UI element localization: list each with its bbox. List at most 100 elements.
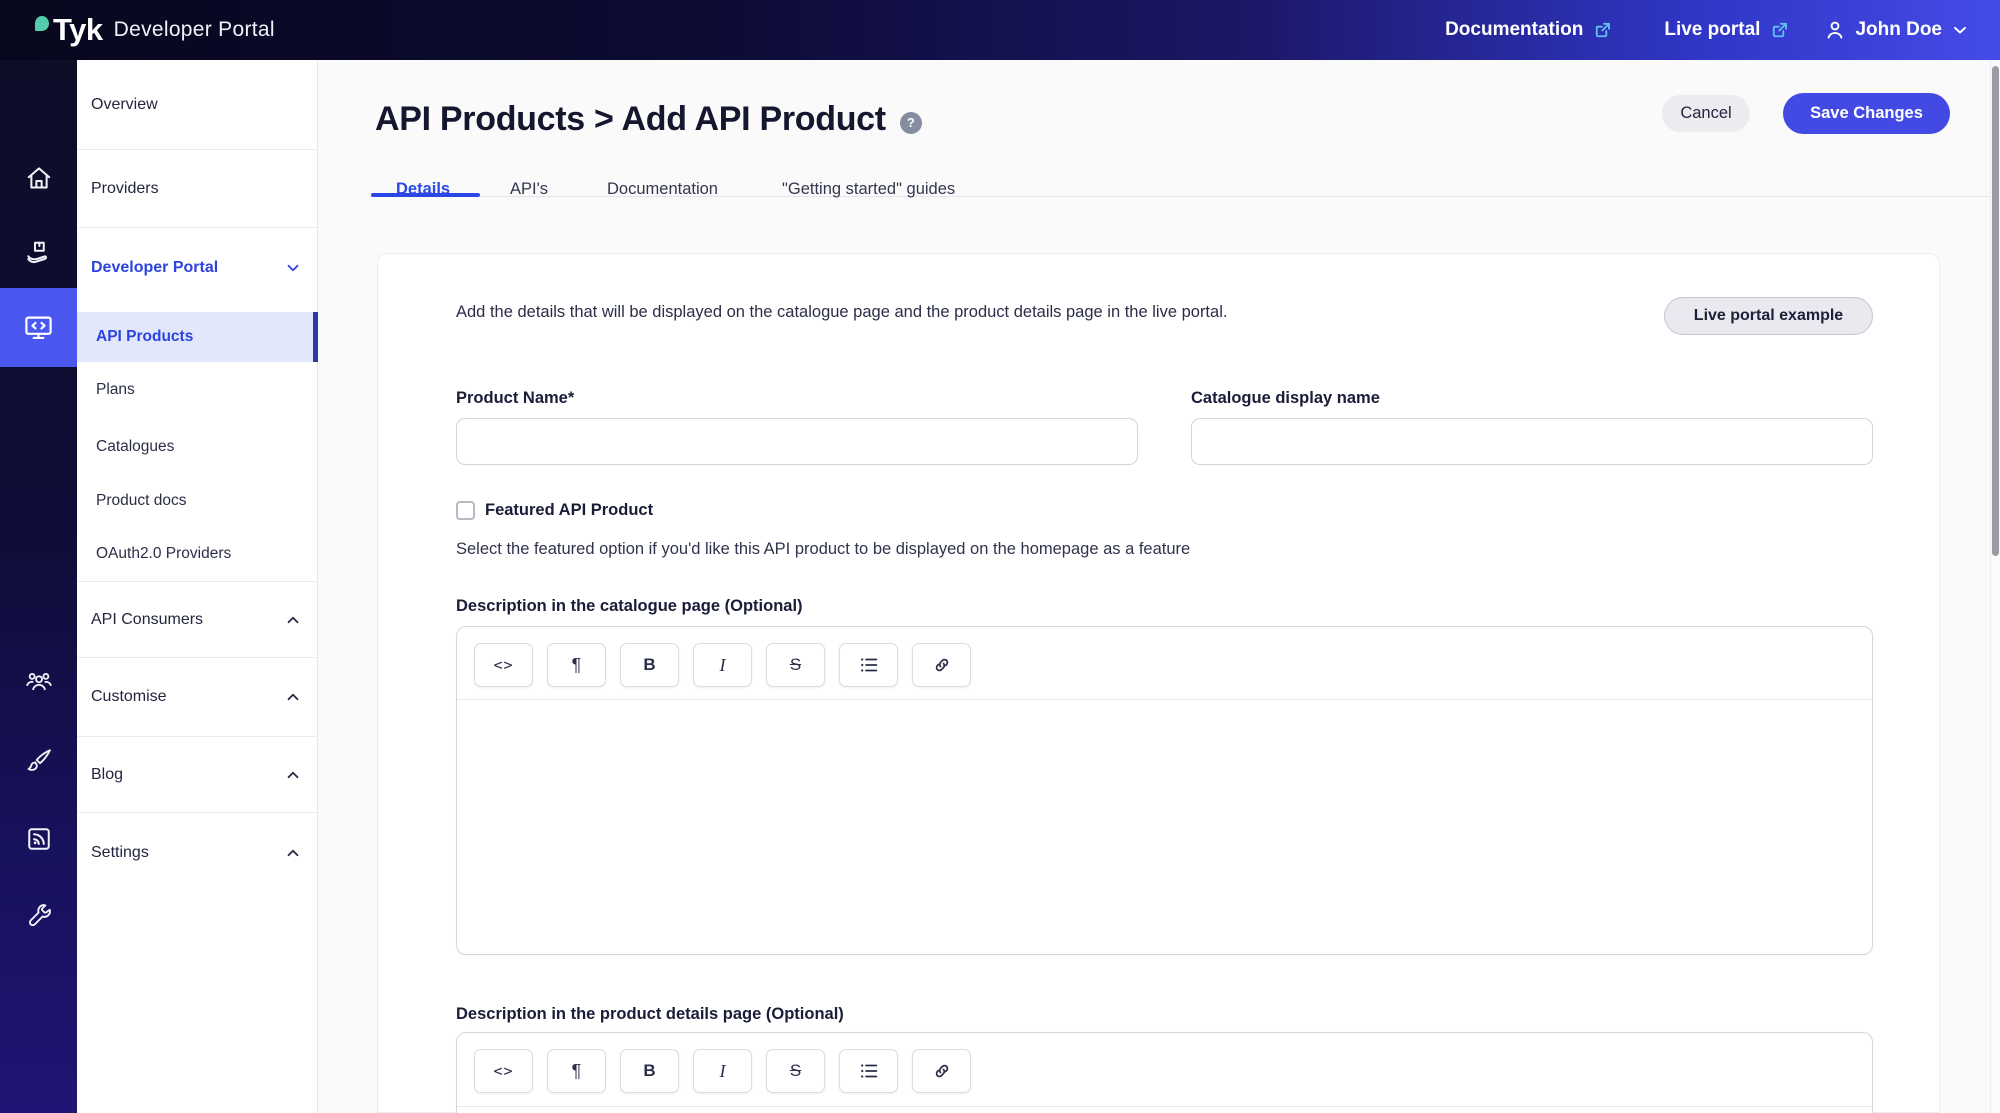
catalogue-display-name-label: Catalogue display name <box>1191 389 1380 408</box>
sidebar-item-label: Providers <box>91 180 159 198</box>
editor-toolbar: <> ¶ B I S <box>474 1049 971 1093</box>
sidebar-item-blog[interactable]: Blog <box>77 737 318 813</box>
toolbar-divider <box>457 1106 1872 1107</box>
product-name-input[interactable] <box>456 418 1138 465</box>
brand-product-name: Developer Portal <box>114 18 275 42</box>
sidebar-item-oauth2-providers[interactable]: OAuth2.0 Providers <box>77 527 318 582</box>
chevron-down-icon <box>1950 20 1970 40</box>
chevron-down-icon <box>284 259 302 277</box>
bold-button[interactable]: B <box>620 643 679 687</box>
sidebar-item-overview[interactable]: Overview <box>77 60 318 150</box>
sidebar-item-settings[interactable]: Settings <box>77 813 318 893</box>
form-intro-text: Add the details that will be displayed o… <box>456 303 1416 322</box>
strikethrough-button[interactable]: S <box>766 643 825 687</box>
external-link-icon <box>1768 19 1791 42</box>
sidebar-item-label: Plans <box>96 381 135 399</box>
sidebar-item-api-consumers[interactable]: API Consumers <box>77 582 318 658</box>
chevron-up-icon <box>284 611 302 629</box>
sidebar-item-label: Customise <box>91 688 167 706</box>
description-details-label: Description in the product details page … <box>456 1005 844 1024</box>
tab-apis[interactable]: API's <box>510 180 548 199</box>
sidebar-item-label: API Consumers <box>91 611 203 629</box>
help-icon[interactable]: ? <box>900 112 922 134</box>
app-window: Tyk Developer Portal Documentation Live … <box>0 0 2000 1113</box>
user-name: John Doe <box>1855 19 1942 41</box>
sidebar-item-providers[interactable]: Providers <box>77 150 318 228</box>
paragraph-button[interactable]: ¶ <box>547 1049 606 1093</box>
sidebar-item-label: Catalogues <box>96 438 174 456</box>
catalogue-description-editor: <> ¶ B I S <box>456 626 1873 955</box>
topbar-nav: Documentation Live portal John Doe <box>1445 0 1970 60</box>
sidebar-item-label: API Products <box>96 328 193 346</box>
page-header: API Products > Add API Product ? <box>375 100 922 139</box>
product-name-label: Product Name* <box>456 389 574 408</box>
icon-rail <box>0 60 77 1113</box>
active-item-indicator <box>313 312 318 362</box>
brand-logo[interactable]: Tyk Developer Portal <box>35 0 275 60</box>
tab-documentation[interactable]: Documentation <box>607 180 718 199</box>
link-button[interactable] <box>912 1049 971 1093</box>
sidebar-item-customise[interactable]: Customise <box>77 658 318 737</box>
rail-developer-portal-icon[interactable] <box>0 288 77 367</box>
tab-getting-started-guides[interactable]: "Getting started" guides <box>782 180 955 199</box>
link-button[interactable] <box>912 643 971 687</box>
brand-name: Tyk <box>53 12 103 48</box>
bullet-list-icon <box>858 654 880 676</box>
sidebar-item-product-docs[interactable]: Product docs <box>77 475 318 527</box>
rail-home-icon[interactable] <box>16 155 61 200</box>
active-tab-indicator <box>371 193 480 197</box>
live-portal-link-label: Live portal <box>1664 19 1760 41</box>
sidebar-item-label: Overview <box>91 96 158 114</box>
sidebar: Overview Providers Developer Portal API … <box>77 60 318 1113</box>
featured-help-text: Select the featured option if you'd like… <box>456 540 1190 559</box>
scrollbar-thumb[interactable] <box>1992 66 1999 556</box>
sidebar-item-api-products[interactable]: API Products <box>77 312 318 362</box>
featured-api-product-checkbox[interactable] <box>456 501 475 520</box>
bullet-list-button[interactable] <box>839 1049 898 1093</box>
featured-api-product-label: Featured API Product <box>485 501 653 520</box>
chevron-up-icon <box>284 844 302 862</box>
tyk-leaf-icon <box>35 16 49 31</box>
catalogue-display-name-input[interactable] <box>1191 418 1873 465</box>
live-portal-link[interactable]: Live portal <box>1664 19 1791 42</box>
user-icon <box>1823 18 1847 42</box>
sidebar-item-label: Settings <box>91 844 149 862</box>
chevron-up-icon <box>284 688 302 706</box>
documentation-link[interactable]: Documentation <box>1445 19 1614 42</box>
italic-button[interactable]: I <box>693 643 752 687</box>
catalogue-description-textarea[interactable] <box>457 700 1872 954</box>
live-portal-example-button[interactable]: Live portal example <box>1664 297 1873 335</box>
documentation-link-label: Documentation <box>1445 19 1583 41</box>
sidebar-item-label: Product docs <box>96 492 186 510</box>
bullet-list-icon <box>858 1060 880 1082</box>
rail-customise-icon[interactable] <box>16 738 61 783</box>
sidebar-item-developer-portal[interactable]: Developer Portal <box>77 228 318 307</box>
editor-toolbar: <> ¶ B I S <box>474 643 971 687</box>
description-catalogue-label: Description in the catalogue page (Optio… <box>456 597 803 616</box>
external-link-icon <box>1591 19 1614 42</box>
rail-providers-icon[interactable] <box>16 230 61 275</box>
details-description-editor: <> ¶ B I S <box>456 1032 1873 1113</box>
rail-blog-icon[interactable] <box>16 816 61 861</box>
link-icon <box>931 1060 953 1082</box>
paragraph-button[interactable]: ¶ <box>547 643 606 687</box>
code-view-button[interactable]: <> <box>474 1049 533 1093</box>
save-changes-button[interactable]: Save Changes <box>1783 93 1950 134</box>
sidebar-item-label: Developer Portal <box>91 259 218 277</box>
sidebar-item-catalogues[interactable]: Catalogues <box>77 418 318 475</box>
bold-button[interactable]: B <box>620 1049 679 1093</box>
bullet-list-button[interactable] <box>839 643 898 687</box>
strikethrough-button[interactable]: S <box>766 1049 825 1093</box>
topbar: Tyk Developer Portal Documentation Live … <box>0 0 2000 60</box>
user-menu[interactable]: John Doe <box>1823 18 1970 42</box>
sidebar-item-plans[interactable]: Plans <box>77 362 318 418</box>
details-form-card: Add the details that will be displayed o… <box>377 253 1940 1113</box>
italic-button[interactable]: I <box>693 1049 752 1093</box>
sidebar-item-label: Blog <box>91 766 123 784</box>
code-view-button[interactable]: <> <box>474 643 533 687</box>
link-icon <box>931 654 953 676</box>
cancel-button[interactable]: Cancel <box>1662 95 1750 132</box>
rail-api-consumers-icon[interactable] <box>16 658 61 703</box>
page-title: API Products > Add API Product <box>375 100 886 139</box>
rail-settings-icon[interactable] <box>16 893 61 938</box>
